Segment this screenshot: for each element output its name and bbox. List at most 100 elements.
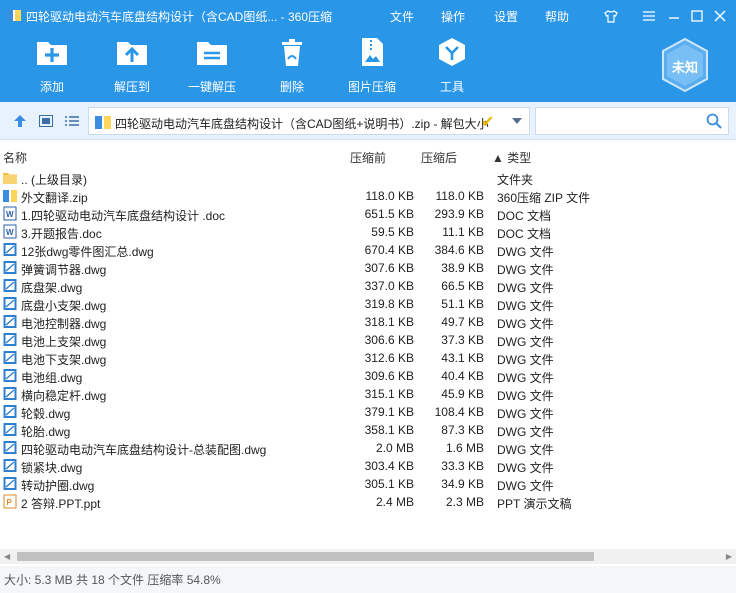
file-row[interactable]: W 1.四轮驱动电动汽车底盘结构设计 .doc 651.5 KB 293.9 KB DO…: [0, 205, 736, 223]
menu-operate[interactable]: 操作: [441, 8, 465, 25]
file-name: 底盘架.dwg: [21, 281, 83, 295]
file-packed-size: 1.6 MB: [445, 441, 484, 455]
file-name: 1.四轮驱动电动汽车底盘结构设计 .doc: [21, 209, 226, 223]
path-dropdown-icon[interactable]: [505, 108, 529, 134]
dwg-icon: [3, 368, 17, 383]
minimize-icon[interactable]: [666, 8, 682, 24]
up-arrow-icon[interactable]: [12, 114, 28, 128]
file-size: 379.1 KB: [364, 405, 414, 419]
file-name: 轮胎.dwg: [21, 425, 71, 439]
dwg-icon: [3, 386, 17, 401]
extract-icon: [117, 42, 147, 65]
file-row[interactable]: 轮毂.dwg 379.1 KB 108.4 KB DWG 文件: [0, 403, 736, 421]
column-packed[interactable]: 压缩后: [421, 149, 457, 166]
file-row[interactable]: 底盘小支架.dwg 319.8 KB 51.1 KB DWG 文件: [0, 295, 736, 313]
one-click-extract-button[interactable]: 一键解压: [176, 36, 248, 95]
file-row[interactable]: 轮胎.dwg 358.1 KB 87.3 KB DWG 文件: [0, 421, 736, 439]
user-avatar[interactable]: 未知: [660, 37, 710, 93]
status-bar: 大小: 5.3 MB 共 18 个文件 压缩率 54.8%: [0, 566, 736, 593]
dwg-icon: [3, 422, 17, 437]
dwg-icon: [3, 260, 17, 275]
file-size: 59.5 KB: [371, 225, 414, 239]
file-type: DWG 文件: [497, 389, 554, 403]
file-row[interactable]: 横向稳定杆.dwg 315.1 KB 45.9 KB DWG 文件: [0, 385, 736, 403]
menu-file[interactable]: 文件: [390, 8, 414, 25]
file-row[interactable]: 弹簧调节器.dwg 307.6 KB 38.9 KB DWG 文件: [0, 259, 736, 277]
path-input[interactable]: 四轮驱动电动汽车底盘结构设计（含CAD图纸+说明书）.zip - 解包大小 ✔: [88, 107, 530, 135]
scroll-left-icon[interactable]: ◀: [4, 552, 10, 561]
file-row[interactable]: .. (上级目录) 文件夹: [0, 169, 736, 187]
column-name[interactable]: 名称: [3, 149, 27, 166]
file-name: 电池上支架.dwg: [21, 335, 107, 349]
file-row[interactable]: 外文翻译.zip 118.0 KB 118.0 KB 360压缩 ZIP 文件: [0, 187, 736, 205]
file-type: DWG 文件: [497, 281, 554, 295]
list-view-icon[interactable]: [64, 114, 80, 128]
menu-help[interactable]: 帮助: [545, 8, 569, 25]
file-type: DWG 文件: [497, 245, 554, 259]
skin-icon[interactable]: [603, 8, 619, 24]
column-size[interactable]: 压缩前: [350, 149, 386, 166]
file-row[interactable]: W 3.开题报告.doc 59.5 KB 11.1 KB DOC 文档: [0, 223, 736, 241]
svg-text:W: W: [6, 228, 14, 237]
extract-to-label: 解压到: [113, 80, 150, 94]
file-size: 670.4 KB: [364, 243, 414, 257]
search-input[interactable]: [535, 107, 729, 135]
dwg-icon: [3, 404, 17, 419]
file-name: 转动护圈.dwg: [21, 479, 95, 493]
search-icon[interactable]: [706, 113, 722, 129]
add-button[interactable]: 添加: [16, 36, 88, 95]
file-size: 358.1 KB: [364, 423, 414, 437]
file-name: 电池组.dwg: [21, 371, 83, 385]
file-row[interactable]: 电池控制器.dwg 318.1 KB 49.7 KB DWG 文件: [0, 313, 736, 331]
file-row[interactable]: 电池下支架.dwg 312.6 KB 43.1 KB DWG 文件: [0, 349, 736, 367]
file-row[interactable]: 锁紧块.dwg 303.4 KB 33.3 KB DWG 文件: [0, 457, 736, 475]
file-row[interactable]: 电池上支架.dwg 306.6 KB 37.3 KB DWG 文件: [0, 331, 736, 349]
scrollbar-thumb[interactable]: [17, 552, 594, 561]
file-packed-size: 118.0 KB: [435, 189, 484, 203]
image-compress-button[interactable]: 图片压缩: [336, 36, 408, 95]
file-size: 303.4 KB: [364, 459, 414, 473]
column-header: 名称 压缩前 压缩后 ▲ 类型: [0, 146, 736, 166]
file-row[interactable]: 底盘架.dwg 337.0 KB 66.5 KB DWG 文件: [0, 277, 736, 295]
status-text: 大小: 5.3 MB 共 18 个文件 压缩率 54.8%: [4, 573, 221, 587]
file-name: 2 答辩.PPT.ppt: [21, 497, 101, 511]
file-packed-size: 33.3 KB: [441, 459, 484, 473]
file-packed-size: 384.6 KB: [434, 243, 484, 257]
doc-icon: W: [3, 206, 17, 221]
zip-icon: [3, 188, 17, 203]
menu-settings[interactable]: 设置: [494, 8, 518, 25]
file-packed-size: 34.9 KB: [441, 477, 484, 491]
close-icon[interactable]: [712, 8, 728, 24]
file-packed-size: 108.4 KB: [434, 405, 484, 419]
delete-button[interactable]: 删除: [256, 36, 328, 95]
horizontal-scrollbar[interactable]: ◀ ▶: [0, 549, 736, 564]
file-size: 309.6 KB: [364, 369, 414, 383]
file-packed-size: 51.1 KB: [441, 297, 484, 311]
file-size: 315.1 KB: [364, 387, 414, 401]
file-row[interactable]: 电池组.dwg 309.6 KB 40.4 KB DWG 文件: [0, 367, 736, 385]
maximize-icon[interactable]: [689, 8, 705, 24]
one-click-extract-icon: [197, 42, 227, 65]
file-row[interactable]: 12张dwg零件图汇总.dwg 670.4 KB 384.6 KB DWG 文件: [0, 241, 736, 259]
thumbnail-view-icon[interactable]: [38, 114, 54, 128]
file-size: 2.4 MB: [375, 495, 414, 509]
toolbar: 添加 解压到 一键解压 删除 图片压缩 工具 未知: [0, 32, 736, 102]
file-type: DWG 文件: [497, 353, 554, 367]
file-type: DWG 文件: [497, 425, 554, 439]
tools-button[interactable]: 工具: [416, 36, 488, 95]
menu-dropdown-icon[interactable]: [641, 8, 657, 24]
file-size: 307.6 KB: [364, 261, 414, 275]
scroll-right-icon[interactable]: ▶: [726, 552, 732, 561]
extract-to-button[interactable]: 解压到: [96, 36, 168, 95]
file-name: 横向稳定杆.dwg: [21, 389, 107, 403]
column-type[interactable]: ▲ 类型: [492, 149, 531, 166]
dwg-icon: [3, 476, 17, 491]
file-row[interactable]: P 2 答辩.PPT.ppt 2.4 MB 2.3 MB PPT 演示文稿: [0, 493, 736, 511]
file-row[interactable]: 转动护圈.dwg 305.1 KB 34.9 KB DWG 文件: [0, 475, 736, 493]
folder-icon: [3, 170, 17, 185]
file-type: DWG 文件: [497, 263, 554, 277]
file-type: DOC 文档: [497, 209, 552, 223]
file-name: 外文翻译.zip: [21, 191, 88, 205]
file-type: DWG 文件: [497, 461, 554, 475]
file-row[interactable]: 四轮驱动电动汽车底盘结构设计-总装配图.dwg 2.0 MB 1.6 MB DWG 文…: [0, 439, 736, 457]
